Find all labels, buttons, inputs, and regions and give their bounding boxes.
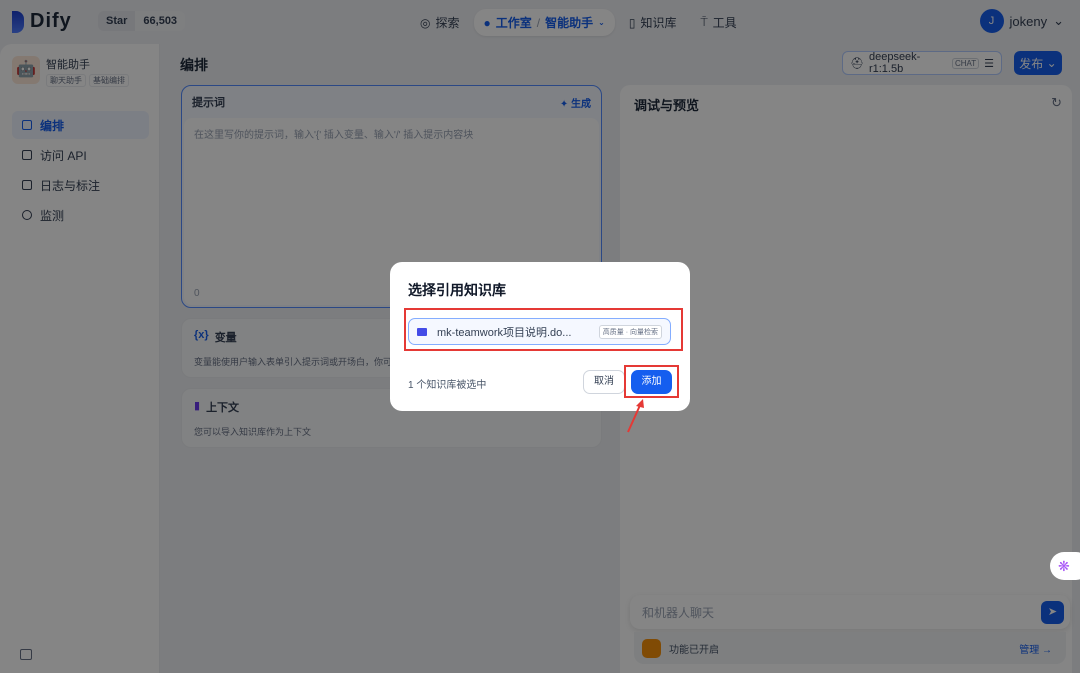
feature-icon bbox=[642, 638, 661, 658]
model-icon: ⛑ bbox=[850, 57, 864, 70]
char-count: 0 bbox=[194, 288, 200, 299]
file-icon: ▮ bbox=[194, 400, 201, 412]
sidebar-menu: 编排 访问 API 日志与标注 监测 bbox=[12, 111, 149, 231]
terminal-icon bbox=[22, 150, 32, 160]
collapse-sidebar-icon[interactable] bbox=[20, 649, 32, 660]
sidebar: 🤖 智能助手 聊天助手 基础编排 编排 访问 API 日志与标注 监测 bbox=[0, 44, 160, 673]
features-bar: 功能已开启 管理 → bbox=[634, 632, 1066, 664]
github-star-button[interactable]: Star 66,503 bbox=[98, 11, 186, 31]
publish-button[interactable]: 发布 ⌄ bbox=[1014, 51, 1062, 75]
nav-knowledge[interactable]: ▯ 知识库 bbox=[619, 9, 687, 36]
chevron-down-icon: ⌄ bbox=[1046, 56, 1057, 70]
user-menu[interactable]: Jjokeny ⌄ bbox=[979, 9, 1064, 33]
layout-icon bbox=[22, 120, 32, 130]
model-selector[interactable]: ⛑ deepseek-r1:1.5b CHAT ☰ bbox=[842, 51, 1002, 75]
sidebar-item-logs[interactable]: 日志与标注 bbox=[12, 171, 149, 199]
cancel-button[interactable]: 取消 bbox=[583, 370, 625, 394]
chat-input[interactable]: 和机器人聊天 ➤ bbox=[630, 595, 1070, 629]
knowledge-item[interactable]: mk-teamwork项目说明.do... 高质量 · 向量检索 bbox=[408, 318, 671, 345]
compass-icon: ◎ bbox=[420, 15, 431, 30]
refresh-icon[interactable]: ↻ bbox=[1051, 95, 1062, 111]
gauge-icon bbox=[22, 210, 32, 220]
chevron-down-icon: ⌄ bbox=[598, 18, 605, 27]
select-knowledge-dialog: 选择引用知识库 mk-teamwork项目说明.do... 高质量 · 向量检索 … bbox=[390, 262, 690, 411]
manage-link[interactable]: 管理 → bbox=[1019, 641, 1052, 656]
sidebar-item-api[interactable]: 访问 API bbox=[12, 141, 149, 169]
send-button[interactable]: ➤ bbox=[1041, 601, 1064, 624]
nav-explore[interactable]: ◎ 探索 bbox=[410, 9, 470, 36]
brain-assistant-icon[interactable]: ❋ bbox=[1050, 552, 1080, 580]
nav-tools[interactable]: ⍑ 工具 bbox=[690, 9, 746, 36]
book-icon: ▯ bbox=[628, 15, 636, 30]
variable-icon: {x} bbox=[194, 329, 209, 341]
settings-sliders-icon: ☰ bbox=[984, 57, 994, 70]
app-selector[interactable]: 🤖 智能助手 聊天助手 基础编排 bbox=[12, 56, 129, 87]
chevron-down-icon: ⌄ bbox=[1053, 13, 1064, 28]
document-icon bbox=[22, 180, 32, 190]
page-title: 编排 bbox=[180, 57, 208, 73]
dify-logo[interactable]: Dify bbox=[12, 10, 72, 33]
generate-button[interactable]: ✦ 生成 bbox=[560, 95, 591, 110]
avatar: J bbox=[979, 9, 1004, 33]
sidebar-item-orchestrate[interactable]: 编排 bbox=[12, 111, 149, 139]
robot-icon: ● bbox=[483, 15, 491, 30]
hammer-icon: ⍑ bbox=[700, 15, 708, 29]
main-nav: ◎ 探索 ● 工作室 / 智能助手 ⌄ ▯ 知识库 ⍑ 工具 bbox=[410, 9, 747, 36]
nav-studio[interactable]: ● 工作室 / 智能助手 ⌄ bbox=[473, 9, 615, 36]
robot-avatar-icon: 🤖 bbox=[12, 56, 40, 84]
sidebar-item-monitor[interactable]: 监测 bbox=[12, 201, 149, 229]
top-bar: Dify Star 66,503 ◎ 探索 ● 工作室 / 智能助手 ⌄ ▯ 知识库 ⍑ 工具 … bbox=[0, 0, 1080, 44]
add-button[interactable]: 添加 bbox=[631, 370, 672, 394]
folder-icon bbox=[417, 327, 427, 336]
